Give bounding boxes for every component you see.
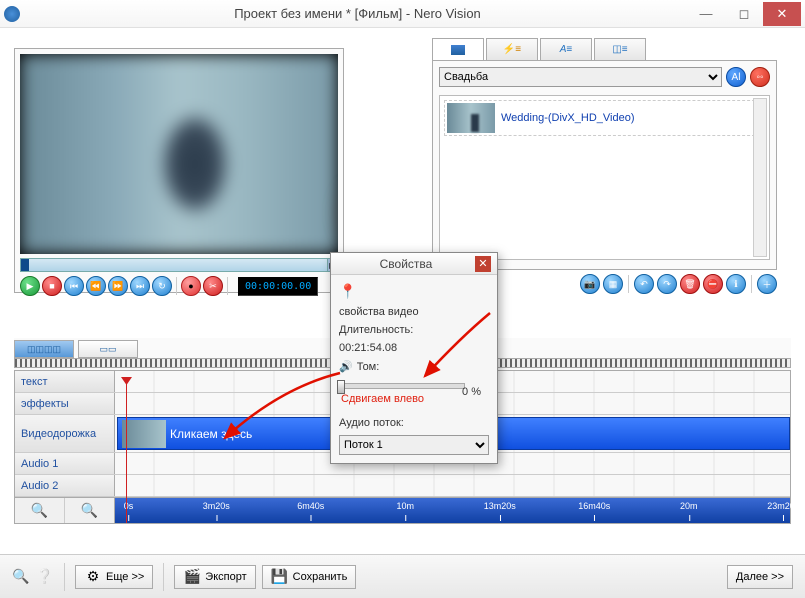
track-label-text: текст <box>15 371 115 392</box>
app-icon <box>4 6 20 22</box>
warn-button[interactable]: ⛔ <box>703 274 723 294</box>
snapshot-button[interactable]: 📷 <box>580 274 600 294</box>
gear-icon: ⚙ <box>84 568 102 586</box>
media-item-label: Wedding-(DivX_HD_Video) <box>501 112 635 124</box>
media-category-select[interactable]: Свадьба <box>439 67 722 87</box>
track-audio2[interactable] <box>115 475 790 496</box>
tab-effects[interactable]: ⚡≡ <box>486 38 538 60</box>
info-button[interactable]: ℹ <box>726 274 746 294</box>
volume-label: Том: <box>357 361 380 373</box>
step-forward-button[interactable]: ⏩ <box>108 276 128 296</box>
save-button[interactable]: 💾 Сохранить <box>262 565 357 589</box>
preview-panel: ▶ ▶ ■ ⏮ ⏪ ⏩ ⏭ ↻ ● ✂ 00:00:00.00 <box>14 48 344 293</box>
time-ruler[interactable]: 0s 3m20s 6m40s 10m 13m20s 16m40s 20m 23m… <box>115 498 790 523</box>
stream-label: Аудио поток: <box>339 417 489 429</box>
search-icon[interactable]: 🔍 <box>12 568 30 586</box>
tab-media[interactable] <box>432 38 484 61</box>
next-frame-button[interactable]: ⏭ <box>130 276 150 296</box>
save-icon: 💾 <box>271 568 289 586</box>
timecode-display: 00:00:00.00 <box>238 277 318 296</box>
media-thumbnail <box>447 103 495 133</box>
bottom-toolbar: 🔍 ❔ ⚙ Еще >> 🎬 Экспорт 💾 Сохранить Далее… <box>0 554 805 598</box>
help-icon[interactable]: ❔ <box>36 568 54 586</box>
preview-progress[interactable]: ▶ <box>20 258 338 272</box>
maximize-button[interactable]: ◻ <box>725 2 763 26</box>
step-back-button[interactable]: ⏪ <box>86 276 106 296</box>
media-item[interactable]: Wedding-(DivX_HD_Video) <box>444 100 765 136</box>
minimize-button[interactable]: — <box>687 2 725 26</box>
timeline-tab-storyboard[interactable]: ◫◫◫◫ <box>14 340 74 358</box>
tool-button-2[interactable]: ▦ <box>603 274 623 294</box>
prev-frame-button[interactable]: ⏮ <box>64 276 84 296</box>
next-button[interactable]: Далее >> <box>727 565 793 589</box>
track-label-effects: эффекты <box>15 393 115 414</box>
timeline-tab-timeline[interactable]: ▭▭ <box>78 340 138 358</box>
slider-thumb[interactable] <box>337 380 345 394</box>
stop-button[interactable]: ■ <box>42 276 62 296</box>
play-button[interactable]: ▶ <box>20 276 40 296</box>
playhead[interactable] <box>126 383 127 523</box>
loop-button[interactable]: ↻ <box>152 276 172 296</box>
media-list: Wedding-(DivX_HD_Video) <box>439 95 770 260</box>
redo-button[interactable]: ↷ <box>657 274 677 294</box>
properties-close-button[interactable]: ✕ <box>475 256 491 272</box>
zoom-in-button[interactable]: 🔍 <box>65 498 114 523</box>
clip-label: Кликаем здесь <box>170 427 252 441</box>
tab-text[interactable]: A≡ <box>540 38 592 60</box>
export-button[interactable]: 🎬 Экспорт <box>174 565 255 589</box>
remove-media-button[interactable]: ◦◦ <box>750 67 770 87</box>
properties-dialog: Свойства ✕ 📍 свойства видео Длительность… <box>330 252 498 464</box>
properties-title: Свойства <box>337 257 475 271</box>
cut-button[interactable]: ✂ <box>203 276 223 296</box>
film-icon: 🎬 <box>183 568 201 586</box>
window-title: Проект без имени * [Фильм] - Nero Vision <box>28 6 687 21</box>
media-scrollbar[interactable] <box>753 98 767 257</box>
speaker-icon: 🔊 <box>339 360 353 373</box>
pin-icon: 📍 <box>339 283 489 300</box>
preview-video[interactable] <box>20 54 338 254</box>
audio-stream-select[interactable]: Поток 1 <box>339 435 489 455</box>
record-button[interactable]: ● <box>181 276 201 296</box>
volume-percent: 0 % <box>462 386 481 398</box>
select-all-button[interactable]: Al <box>726 67 746 87</box>
section-label: свойства видео <box>339 306 489 318</box>
volume-slider[interactable] <box>339 383 465 389</box>
delete-button[interactable]: 🗑 <box>680 274 700 294</box>
duration-value: 00:21:54.08 <box>339 342 489 354</box>
titlebar: Проект без имени * [Фильм] - Nero Vision… <box>0 0 805 28</box>
track-label-audio2: Audio 2 <box>15 475 115 496</box>
tab-transitions[interactable]: ◫≡ <box>594 38 646 60</box>
add-button[interactable]: ＋ <box>757 274 777 294</box>
close-button[interactable]: ✕ <box>763 2 801 26</box>
zoom-out-button[interactable]: 🔍 <box>15 498 65 523</box>
track-label-audio1: Audio 1 <box>15 453 115 474</box>
undo-button[interactable]: ↶ <box>634 274 654 294</box>
more-button[interactable]: ⚙ Еще >> <box>75 565 153 589</box>
clip-thumbnail <box>122 420 166 448</box>
track-label-video: Видеодорожка <box>15 415 115 452</box>
duration-label: Длительность: <box>339 324 489 336</box>
